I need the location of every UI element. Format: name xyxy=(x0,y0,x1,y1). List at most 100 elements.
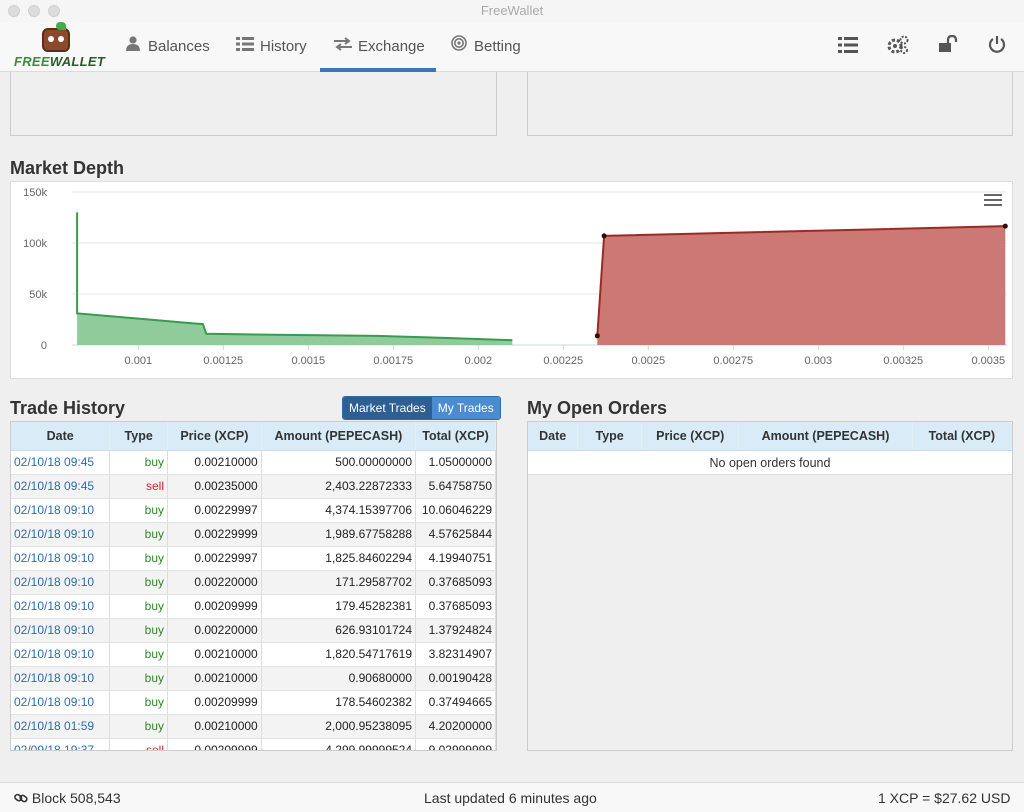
trade-total: 1.37924824 xyxy=(415,618,496,643)
col-date[interactable]: Date xyxy=(528,422,579,451)
trade-history-header: Date Type Price (XCP) Amount (PEPECASH) … xyxy=(11,422,496,451)
trade-history-title: Trade History xyxy=(10,398,126,418)
asks-point xyxy=(594,333,600,339)
nav-balances-label: Balances xyxy=(148,38,210,55)
market-depth-title: Market Depth xyxy=(10,158,125,178)
table-row[interactable]: 02/10/18 09:10 buy 0.00220000 626.93101724 1… xyxy=(11,618,496,643)
trade-type: buy xyxy=(109,618,169,643)
trade-total: 4.57625844 xyxy=(415,522,496,547)
y-tick-label: 150k xyxy=(23,187,47,199)
x-tick-label: 0.00225 xyxy=(543,355,583,367)
trade-type: buy xyxy=(109,714,169,739)
unlock-icon[interactable] xyxy=(936,34,960,59)
trade-amount: 2,403.22872333 xyxy=(261,474,417,499)
table-row[interactable]: 02/10/18 09:10 buy 0.00210000 1,820.5471761… xyxy=(11,642,496,667)
nav-balances[interactable]: Balances xyxy=(124,22,210,72)
trade-date[interactable]: 02/10/18 09:10 xyxy=(11,570,111,595)
trade-date[interactable]: 02/10/18 09:10 xyxy=(11,690,111,715)
x-tick-label: 0.00125 xyxy=(203,355,243,367)
trade-price: 0.00209999 xyxy=(167,594,262,619)
col-amount[interactable]: Amount (PEPECASH) xyxy=(261,422,417,451)
freewallet-logo[interactable]: FREEWALLET xyxy=(14,22,106,70)
xcp-rate: 1 XCP = $27.62 USD xyxy=(878,790,1011,806)
logo-leaf-icon xyxy=(56,22,66,30)
empty-orders-message: No open orders found xyxy=(528,450,1012,475)
col-price[interactable]: Price (XCP) xyxy=(641,422,740,451)
trade-total: 0.00190428 xyxy=(415,666,496,691)
exchange-icon xyxy=(334,22,352,72)
trade-date[interactable]: 02/10/18 09:10 xyxy=(11,666,111,691)
table-row[interactable]: 02/10/18 09:10 buy 0.00220000 171.29587702 0… xyxy=(11,570,496,595)
logo-wordmark: FREEWALLET xyxy=(14,54,106,69)
open-orders-title: My Open Orders xyxy=(527,398,668,418)
trade-date[interactable]: 02/10/18 09:45 xyxy=(11,450,111,475)
zoom-window-button[interactable] xyxy=(48,5,60,17)
trade-amount: 4,299.99999524 xyxy=(261,738,417,750)
x-tick-label: 0.00275 xyxy=(713,355,753,367)
nav-exchange[interactable]: Exchange xyxy=(334,22,425,72)
table-row[interactable]: 02/10/18 09:10 buy 0.00229997 1,825.8460229… xyxy=(11,546,496,571)
col-total[interactable]: Total (XCP) xyxy=(415,422,496,451)
table-row[interactable]: 02/09/18 19:37 sell 0.00209999 4,299.999995… xyxy=(11,738,496,750)
my-trades-button[interactable]: My Trades xyxy=(431,397,500,419)
logo-word-wallet: WALLET xyxy=(49,54,106,69)
x-tick-label: 0.00325 xyxy=(883,355,923,367)
list-icon xyxy=(236,22,254,72)
nav-history[interactable]: History xyxy=(236,22,307,72)
table-row[interactable]: 02/10/18 01:59 buy 0.00210000 2,000.9523809… xyxy=(11,714,496,739)
table-row[interactable]: 02/10/18 09:10 buy 0.00229997 4,374.1539770… xyxy=(11,498,496,523)
trade-price: 0.00235000 xyxy=(167,474,262,499)
table-row[interactable]: 02/10/18 09:10 buy 0.00209999 179.45282381 0… xyxy=(11,594,496,619)
trade-date[interactable]: 02/10/18 09:10 xyxy=(11,618,111,643)
table-row[interactable]: 02/10/18 09:10 buy 0.00210000 0.90680000 0.0… xyxy=(11,666,496,691)
trade-date[interactable]: 02/09/18 19:37 xyxy=(11,738,111,750)
nav-betting[interactable]: Betting xyxy=(450,22,521,72)
block-status: Block 508,543 xyxy=(14,790,121,806)
x-tick-label: 0.0035 xyxy=(971,355,1005,367)
trade-total: 3.82314907 xyxy=(415,642,496,667)
table-row[interactable]: 02/10/18 09:10 buy 0.00229999 1,989.6775828… xyxy=(11,522,496,547)
gears-icon[interactable] xyxy=(886,35,910,59)
logo-mascot-icon xyxy=(42,28,70,52)
last-updated: Last updated 6 minutes ago xyxy=(424,790,597,806)
trade-date[interactable]: 02/10/18 09:10 xyxy=(11,546,111,571)
trade-history-body: 02/10/18 09:45 buy 0.00210000 500.00000000 1… xyxy=(11,450,496,750)
col-type[interactable]: Type xyxy=(577,422,642,451)
trade-amount: 500.00000000 xyxy=(261,450,417,475)
top-right-panel xyxy=(527,72,1013,136)
trade-price: 0.00209999 xyxy=(167,738,262,750)
close-window-button[interactable] xyxy=(8,5,20,17)
trade-date[interactable]: 02/10/18 09:10 xyxy=(11,594,111,619)
trade-type: buy xyxy=(109,522,169,547)
table-row[interactable]: 02/10/18 09:45 sell 0.00235000 2,403.228723… xyxy=(11,474,496,499)
x-tick-label: 0.001 xyxy=(125,355,153,367)
table-row[interactable]: 02/10/18 09:10 buy 0.00209999 178.54602382 0… xyxy=(11,690,496,715)
trade-price: 0.00210000 xyxy=(167,450,262,475)
list-icon[interactable] xyxy=(836,35,860,59)
col-price[interactable]: Price (XCP) xyxy=(167,422,262,451)
trade-date[interactable]: 02/10/18 09:10 xyxy=(11,498,111,523)
minimize-window-button[interactable] xyxy=(28,5,40,17)
col-total[interactable]: Total (XCP) xyxy=(912,422,1012,451)
market-trades-button[interactable]: Market Trades xyxy=(343,397,432,419)
y-tick-label: 50k xyxy=(29,289,47,301)
chart-menu-icon[interactable] xyxy=(984,194,1002,208)
trade-date[interactable]: 02/10/18 09:10 xyxy=(11,522,111,547)
trade-amount: 1,989.67758288 xyxy=(261,522,417,547)
trade-amount: 179.45282381 xyxy=(261,594,417,619)
col-date[interactable]: Date xyxy=(11,422,111,451)
table-row[interactable]: 02/10/18 09:45 buy 0.00210000 500.00000000 1… xyxy=(11,450,496,475)
trade-date[interactable]: 02/10/18 09:45 xyxy=(11,474,111,499)
x-tick-label: 0.003 xyxy=(805,355,833,367)
trade-type: buy xyxy=(109,546,169,571)
trade-date[interactable]: 02/10/18 01:59 xyxy=(11,714,111,739)
y-tick-label: 100k xyxy=(23,238,47,250)
power-icon[interactable] xyxy=(985,35,1009,59)
nav-history-label: History xyxy=(260,38,307,55)
window-title: FreeWallet xyxy=(480,3,544,18)
nav-betting-label: Betting xyxy=(474,38,521,55)
col-type[interactable]: Type xyxy=(109,422,169,451)
col-amount[interactable]: Amount (PEPECASH) xyxy=(738,422,913,451)
trade-type: buy xyxy=(109,570,169,595)
trade-date[interactable]: 02/10/18 09:10 xyxy=(11,642,111,667)
